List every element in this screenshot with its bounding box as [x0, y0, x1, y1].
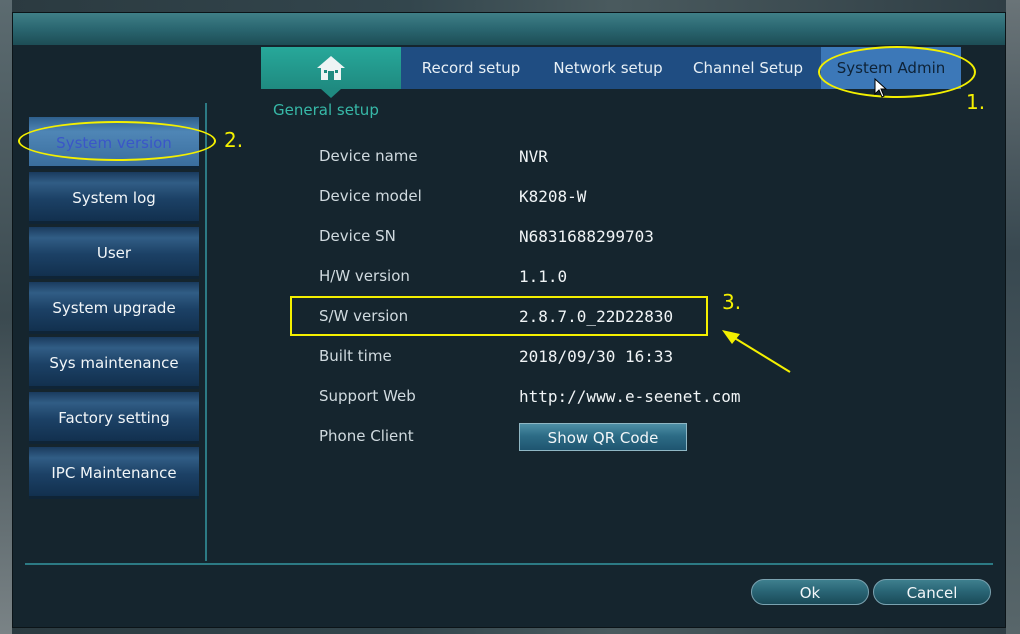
background-strip-right [1006, 0, 1020, 634]
info-value: NVR [519, 147, 548, 166]
background-strip-left [0, 0, 12, 634]
info-label: H/W version [319, 267, 410, 285]
sidebar-item-factory-setting[interactable]: Factory setting [29, 392, 199, 444]
info-value: http://www.e-seenet.com [519, 387, 741, 406]
info-value: N6831688299703 [519, 227, 654, 246]
tab-channel-setup[interactable]: Channel Setup [683, 47, 813, 89]
sidebar: System version System log User System up… [29, 117, 199, 505]
tab-record-setup[interactable]: Record setup [406, 47, 536, 89]
info-label: Built time [319, 347, 392, 365]
annotation-ellipse-system-admin [818, 46, 976, 98]
general-setup-label: General setup [273, 101, 379, 119]
tab-general-pointer [321, 89, 341, 98]
annotation-ellipse-system-version [18, 121, 216, 161]
cancel-button[interactable]: Cancel [873, 579, 991, 605]
show-qr-code-button[interactable]: Show QR Code [519, 423, 687, 451]
info-value: 2018/09/30 16:33 [519, 347, 674, 366]
info-label: Support Web [319, 387, 416, 405]
bottom-divider [25, 563, 993, 565]
dialog-titlebar [13, 13, 1005, 45]
annotation-step-3: 3. [722, 290, 742, 314]
info-label: Device SN [319, 227, 396, 245]
mouse-cursor-icon [874, 78, 888, 98]
annotation-box-sw-version [290, 296, 708, 336]
annotation-step-1: 1. [966, 90, 986, 114]
tab-network-setup[interactable]: Network setup [543, 47, 673, 89]
sidebar-item-sys-maintenance[interactable]: Sys maintenance [29, 337, 199, 389]
sidebar-item-user[interactable]: User [29, 227, 199, 279]
info-value: 1.1.0 [519, 267, 568, 286]
info-label: Phone Client [319, 427, 414, 445]
sidebar-item-ipc-maintenance[interactable]: IPC Maintenance [29, 447, 199, 499]
annotation-arrow-icon [722, 330, 791, 373]
tab-general-setup[interactable] [261, 47, 401, 98]
ok-button[interactable]: Ok [751, 579, 869, 605]
info-label: Device model [319, 187, 422, 205]
info-label: Device name [319, 147, 418, 165]
sidebar-item-system-upgrade[interactable]: System upgrade [29, 282, 199, 334]
info-value: K8208-W [519, 187, 587, 206]
sidebar-divider [205, 103, 207, 561]
sidebar-item-system-log[interactable]: System log [29, 172, 199, 224]
annotation-step-2: 2. [224, 128, 244, 152]
home-icon [317, 56, 345, 80]
